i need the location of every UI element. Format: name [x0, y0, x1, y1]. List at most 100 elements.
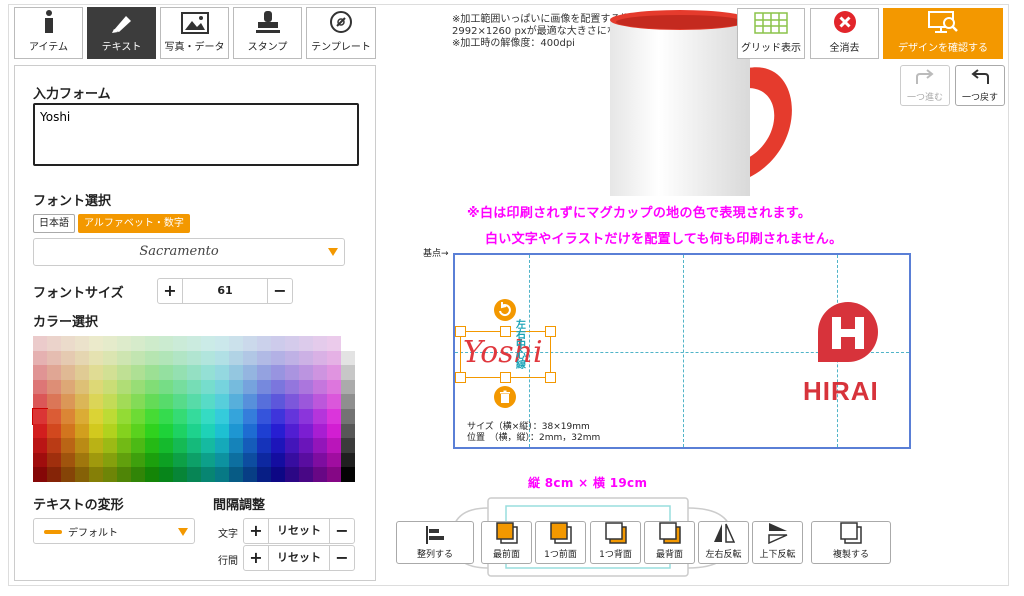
- color-swatch[interactable]: [173, 409, 187, 424]
- resize-handle[interactable]: [455, 326, 466, 337]
- color-swatch[interactable]: [257, 423, 271, 439]
- color-swatch[interactable]: [215, 350, 229, 366]
- font-size-value[interactable]: 61: [182, 279, 268, 303]
- color-swatch[interactable]: [271, 336, 285, 351]
- color-swatch[interactable]: [215, 409, 229, 424]
- color-swatch[interactable]: [201, 438, 215, 453]
- color-swatch[interactable]: [159, 452, 173, 468]
- color-swatch[interactable]: [201, 423, 215, 439]
- flip-vertical-button[interactable]: 上下反転: [752, 521, 803, 564]
- color-swatch[interactable]: [215, 394, 229, 409]
- bring-forward-button[interactable]: 1つ前面: [535, 521, 586, 564]
- color-swatch[interactable]: [117, 409, 131, 424]
- color-swatch[interactable]: [299, 438, 313, 453]
- color-swatch[interactable]: [187, 438, 201, 453]
- color-swatch[interactable]: [61, 394, 75, 409]
- color-swatch[interactable]: [117, 365, 131, 380]
- color-swatch[interactable]: [243, 394, 257, 409]
- char-spacing-minus-button[interactable]: −: [330, 519, 354, 543]
- color-swatch[interactable]: [215, 423, 229, 439]
- color-swatch[interactable]: [327, 336, 341, 351]
- color-swatch[interactable]: [131, 336, 145, 351]
- color-swatch[interactable]: [33, 423, 47, 439]
- color-swatch[interactable]: [187, 394, 201, 409]
- tab-text[interactable]: テキスト: [87, 7, 156, 59]
- color-swatch[interactable]: [89, 394, 103, 409]
- color-swatch[interactable]: [159, 438, 173, 453]
- color-swatch[interactable]: [103, 350, 117, 366]
- color-swatch[interactable]: [159, 379, 173, 395]
- color-swatch[interactable]: [61, 350, 75, 366]
- color-swatch[interactable]: [145, 379, 159, 395]
- color-swatch[interactable]: [145, 336, 159, 351]
- color-swatch[interactable]: [285, 467, 299, 482]
- color-swatch[interactable]: [75, 394, 89, 409]
- color-swatch[interactable]: [173, 379, 187, 395]
- color-swatch[interactable]: [131, 467, 145, 482]
- color-swatch[interactable]: [33, 467, 47, 482]
- flip-horizontal-button[interactable]: 左右反転: [698, 521, 749, 564]
- tab-photo[interactable]: 写真・データ: [160, 7, 229, 59]
- color-swatch[interactable]: [285, 350, 299, 366]
- color-swatch[interactable]: [89, 365, 103, 380]
- color-swatch[interactable]: [187, 467, 201, 482]
- color-swatch[interactable]: [131, 452, 145, 468]
- font-dropdown[interactable]: Sacramento: [33, 238, 345, 266]
- color-swatch[interactable]: [47, 336, 61, 351]
- color-swatch[interactable]: [173, 438, 187, 453]
- font-tab-japanese[interactable]: 日本語: [33, 214, 75, 233]
- color-swatch[interactable]: [117, 379, 131, 395]
- color-swatch[interactable]: [33, 394, 47, 409]
- color-swatch[interactable]: [257, 438, 271, 453]
- color-swatch[interactable]: [271, 423, 285, 439]
- color-swatch[interactable]: [271, 467, 285, 482]
- color-swatch[interactable]: [229, 350, 243, 366]
- color-swatch[interactable]: [327, 409, 341, 424]
- color-swatch[interactable]: [75, 452, 89, 468]
- color-swatch[interactable]: [271, 379, 285, 395]
- color-swatch[interactable]: [47, 423, 61, 439]
- color-swatch[interactable]: [257, 394, 271, 409]
- text-input[interactable]: [33, 103, 359, 166]
- color-swatch[interactable]: [103, 467, 117, 482]
- color-swatch[interactable]: [285, 336, 299, 351]
- color-swatch[interactable]: [61, 336, 75, 351]
- color-swatch[interactable]: [159, 394, 173, 409]
- color-swatch[interactable]: [75, 365, 89, 380]
- color-swatch[interactable]: [257, 379, 271, 395]
- color-swatch[interactable]: [327, 423, 341, 439]
- color-swatch[interactable]: [145, 452, 159, 468]
- color-swatch[interactable]: [75, 438, 89, 453]
- color-swatch[interactable]: [215, 438, 229, 453]
- color-swatch[interactable]: [117, 467, 131, 482]
- color-swatch[interactable]: [341, 452, 355, 468]
- color-swatch[interactable]: [47, 365, 61, 380]
- color-swatch[interactable]: [145, 350, 159, 366]
- color-swatch[interactable]: [145, 438, 159, 453]
- color-swatch[interactable]: [229, 423, 243, 439]
- color-swatch[interactable]: [61, 379, 75, 395]
- color-swatch[interactable]: [159, 350, 173, 366]
- color-swatch[interactable]: [89, 438, 103, 453]
- color-swatch[interactable]: [299, 394, 313, 409]
- color-swatch[interactable]: [341, 379, 355, 395]
- color-swatch[interactable]: [299, 365, 313, 380]
- color-swatch[interactable]: [173, 365, 187, 380]
- line-spacing-plus-button[interactable]: +: [244, 546, 268, 570]
- color-swatch[interactable]: [159, 365, 173, 380]
- send-back-button[interactable]: 最背面: [644, 521, 695, 564]
- color-swatch[interactable]: [229, 409, 243, 424]
- color-swatch[interactable]: [117, 452, 131, 468]
- color-swatch[interactable]: [271, 394, 285, 409]
- text-object[interactable]: Yoshi 左右中心線: [460, 321, 551, 378]
- color-swatch[interactable]: [187, 379, 201, 395]
- color-swatch[interactable]: [229, 452, 243, 468]
- line-spacing-minus-button[interactable]: −: [330, 546, 354, 570]
- color-swatch[interactable]: [327, 452, 341, 468]
- color-swatch[interactable]: [327, 379, 341, 395]
- color-swatch[interactable]: [313, 365, 327, 380]
- color-palette[interactable]: [32, 336, 355, 482]
- color-swatch[interactable]: [145, 423, 159, 439]
- color-swatch[interactable]: [131, 365, 145, 380]
- color-swatch[interactable]: [201, 365, 215, 380]
